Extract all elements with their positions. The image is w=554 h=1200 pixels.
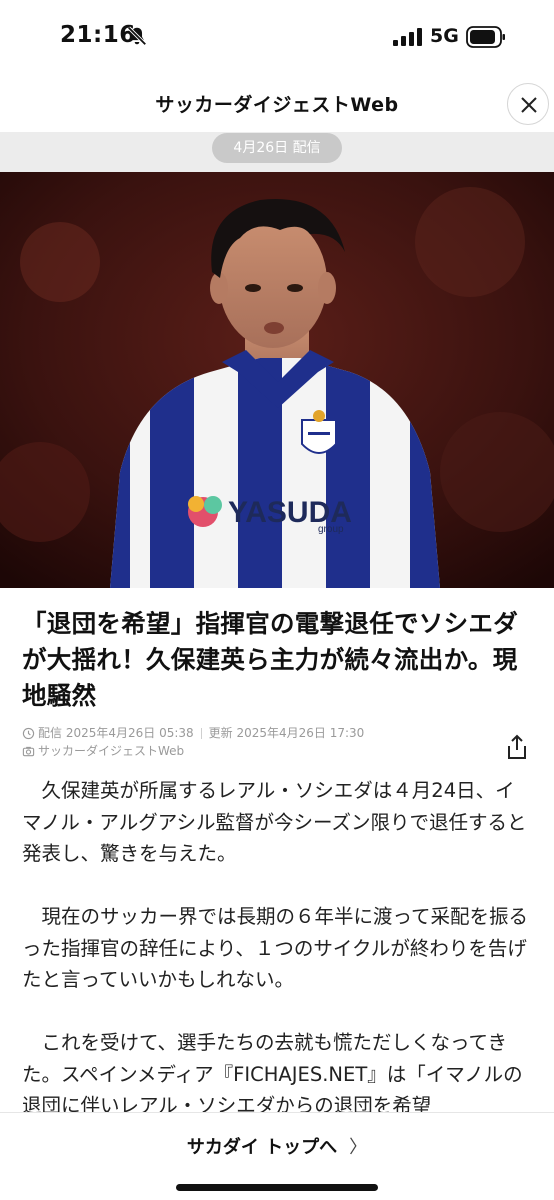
player-photo: YASUDA group — [0, 172, 554, 588]
close-icon — [521, 97, 537, 113]
updated-date: 更新 2025年4月26日 17:30 — [208, 726, 365, 740]
battery-icon — [466, 26, 505, 48]
published-date: 配信 2025年4月26日 05:38 — [38, 726, 194, 740]
top-page-link[interactable]: サカダイ トップへ〉 — [0, 1133, 554, 1159]
share-icon[interactable] — [505, 734, 529, 760]
clock-icon — [22, 727, 35, 739]
status-bar: 21:16 5G — [0, 0, 554, 76]
camera-icon — [22, 746, 35, 756]
article-paragraph: 現在のサッカー界では長期の６年半に渡って采配を振るった指揮官の辞任により、１つの… — [22, 905, 529, 991]
article-body: 久保建英が所属するレアル・ソシエダは４月24日、イマノル・アルグアシル監督が今シ… — [22, 775, 534, 1113]
article-meta: 配信 2025年4月26日 05:38 更新 2025年4月26日 17:30 … — [22, 724, 364, 760]
meta-divider — [200, 727, 202, 739]
network-type: 5G — [430, 25, 459, 47]
article-headline: 「退団を希望」指揮官の電撃退任でソシエダが大揺れ！久保建英ら主力が続々流出か。現… — [22, 609, 518, 710]
article-paragraph: 久保建英が所属するレアル・ソシエダは４月24日、イマノル・アルグアシル監督が今シ… — [22, 779, 527, 865]
home-indicator — [176, 1184, 378, 1191]
status-time: 21:16 — [60, 22, 136, 48]
site-title: サッカーダイジェストWeb — [155, 94, 399, 116]
photo-source: サッカーダイジェストWeb — [38, 744, 185, 758]
top-page-link-label: サカダイ トップへ — [186, 1137, 338, 1158]
sponsor-sub-text: group — [318, 524, 344, 535]
date-strip: 4月26日 配信 — [0, 132, 554, 172]
chevron-right-icon: 〉 — [349, 1137, 368, 1158]
article-paragraph: これを受けて、選手たちの去就も慌ただしくなってきた。スペインメディア『FICHA… — [22, 1031, 523, 1113]
hero-photo: YASUDA group — [0, 172, 554, 588]
close-button[interactable] — [507, 83, 549, 125]
cellular-signal-icon — [393, 28, 422, 46]
bell-off-icon — [127, 26, 147, 46]
app-header: サッカーダイジェストWeb — [0, 76, 554, 132]
date-badge: 4月26日 配信 — [212, 133, 342, 163]
